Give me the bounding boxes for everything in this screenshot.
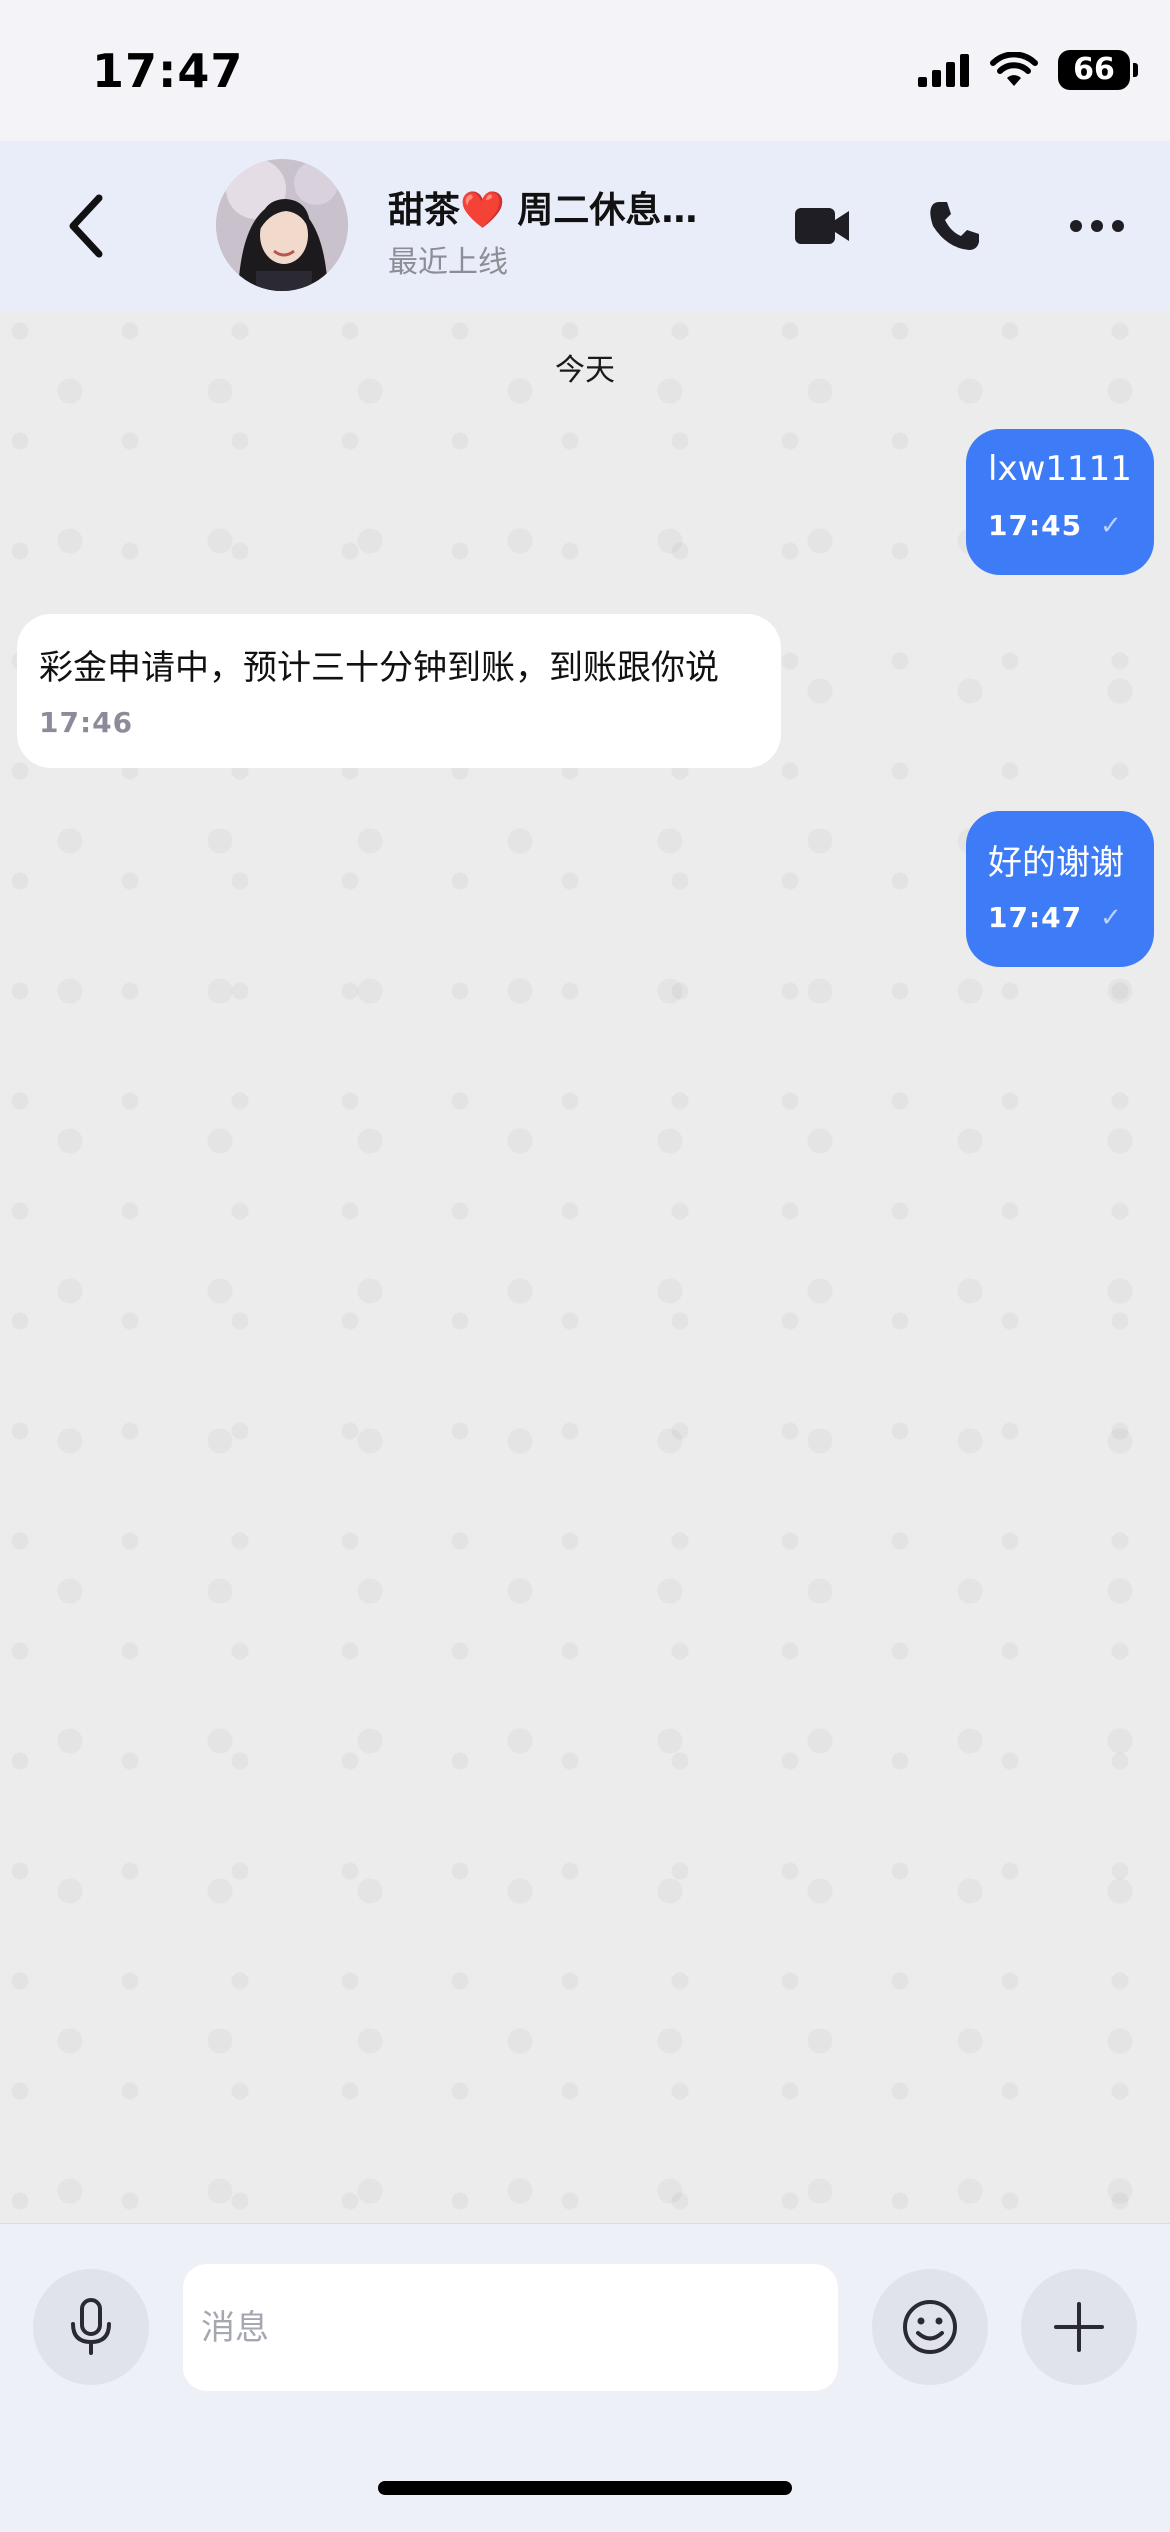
emoji-button[interactable]: [872, 2269, 988, 2385]
message-bubble-incoming[interactable]: 彩金申请中，预计三十分钟到账，到账跟你说 17:46: [17, 614, 781, 768]
battery-icon: 66: [1058, 50, 1138, 90]
read-check-icon: ✓: [1100, 903, 1122, 933]
video-call-button[interactable]: [787, 193, 857, 259]
date-label: 今天: [555, 353, 615, 388]
back-button[interactable]: [50, 189, 120, 263]
message-time: 17:46: [39, 706, 134, 739]
avatar[interactable]: [216, 159, 348, 291]
read-check-icon: ✓: [1100, 511, 1122, 541]
contact-name[interactable]: 甜茶❤️ 周二休息…: [388, 181, 708, 233]
contact-name-suffix: 周二休息…: [504, 190, 698, 231]
message-bubble-outgoing[interactable]: 好的谢谢 17:47 ✓: [966, 811, 1154, 967]
home-indicator[interactable]: [378, 2481, 792, 2495]
plus-icon: [1054, 2302, 1104, 2352]
contact-status: 最近上线: [388, 245, 508, 280]
voice-message-button[interactable]: [33, 2269, 149, 2385]
avatar-image: [216, 159, 348, 291]
attach-button[interactable]: [1021, 2269, 1137, 2385]
message-text: 好的谢谢: [988, 843, 1124, 883]
message-text: 彩金申请中，预计三十分钟到账，到账跟你说: [39, 648, 719, 688]
contact-name-text: 甜茶: [388, 190, 461, 231]
chat-area[interactable]: 今天 lxw1111 17:45 ✓ 彩金申请中，预计三十分钟到账，到账跟你说 …: [0, 311, 1170, 2223]
video-camera-icon: [795, 208, 849, 244]
signal-icon: [918, 54, 969, 87]
message-bubble-outgoing[interactable]: lxw1111 17:45 ✓: [966, 429, 1154, 575]
status-bar: 17:47 66: [0, 0, 1170, 141]
phone-icon: [930, 202, 979, 250]
message-time: 17:47: [988, 901, 1083, 934]
heart-icon: ❤️: [460, 190, 505, 231]
chat-screen: 17:47 66 甜茶❤️ 周二休息… 最近上线 今天 lxw1111 17:4…: [0, 0, 1170, 2532]
message-input[interactable]: [183, 2264, 838, 2391]
message-time: 17:45: [988, 509, 1083, 542]
smiley-icon: [903, 2300, 957, 2354]
more-horizontal-icon: [1070, 220, 1124, 232]
wifi-icon: [990, 52, 1038, 86]
voice-call-button[interactable]: [920, 193, 990, 259]
status-time: 17:47: [92, 44, 244, 98]
microphone-icon: [71, 2298, 111, 2355]
status-icons: 66: [918, 50, 1138, 90]
message-text: lxw1111: [988, 449, 1132, 489]
chevron-left-icon: [69, 194, 103, 258]
more-button[interactable]: [1062, 193, 1132, 259]
chat-header: 甜茶❤️ 周二休息… 最近上线: [0, 141, 1170, 311]
